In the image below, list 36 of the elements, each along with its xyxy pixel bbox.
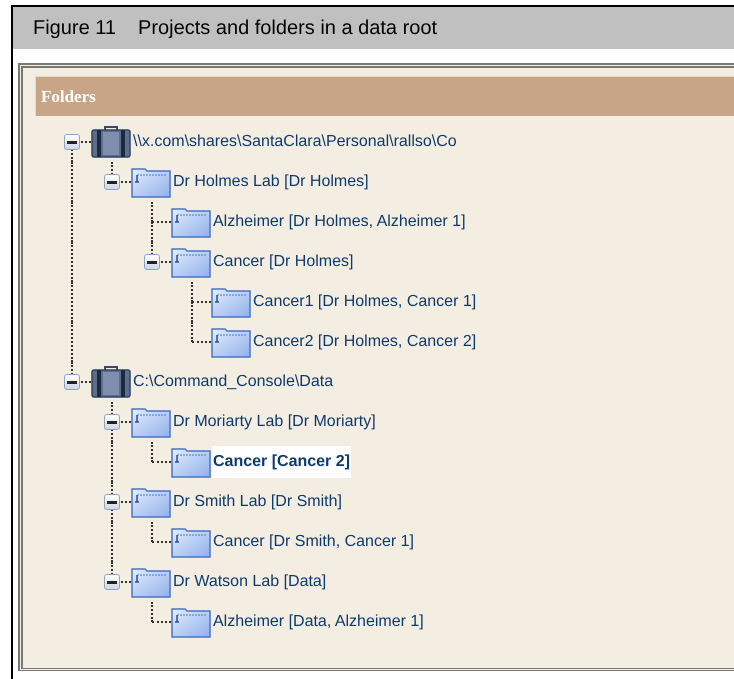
tree-item[interactable]: Dr Moriarty Lab [Dr Moriarty] <box>172 406 377 438</box>
tree-item[interactable]: Cancer2 [Dr Holmes, Cancer 2] <box>252 326 478 358</box>
folder-icon <box>211 326 251 358</box>
collapse-toggle[interactable] <box>104 414 120 430</box>
collapse-toggle[interactable] <box>104 494 120 510</box>
collapse-toggle[interactable] <box>104 574 120 590</box>
tree-item[interactable]: C:\Command_Console\Data <box>132 366 334 398</box>
tree-item[interactable]: Cancer1 [Dr Holmes, Cancer 1] <box>252 286 478 318</box>
folder-icon <box>211 286 251 318</box>
collapse-toggle[interactable] <box>64 134 80 150</box>
tree-item[interactable]: Dr Smith Lab [Dr Smith] <box>172 486 343 518</box>
folder-icon <box>131 486 171 518</box>
tree-item[interactable]: Alzheimer [Data, Alzheimer 1] <box>212 606 425 638</box>
folder-icon <box>131 406 171 438</box>
folder-icon <box>171 446 211 478</box>
folder-icon <box>131 566 171 598</box>
folder-icon <box>171 606 211 638</box>
collapse-toggle[interactable] <box>144 254 160 270</box>
tree-item[interactable]: Cancer [Dr Holmes] <box>212 246 354 278</box>
tree-item[interactable]: Cancer [Dr Smith, Cancer 1] <box>212 526 415 558</box>
figure-number: Figure 11 <box>33 16 116 41</box>
figure-title: Projects and folders in a data root <box>138 16 438 41</box>
folder-icon <box>171 206 211 238</box>
collapse-toggle[interactable] <box>104 174 120 190</box>
folder-icon <box>131 166 171 198</box>
briefcase-icon <box>91 366 131 398</box>
tree-item[interactable]: Dr Watson Lab [Data] <box>172 566 328 598</box>
panel-title: Folders <box>41 86 96 108</box>
tree-item[interactable]: Alzheimer [Dr Holmes, Alzheimer 1] <box>212 206 467 238</box>
tree-item[interactable]: \\x.com\shares\SantaClara\Personal\rallso\Co <box>132 126 458 158</box>
tree-item[interactable]: Dr Holmes Lab [Dr Holmes] <box>172 166 370 198</box>
collapse-toggle[interactable] <box>64 374 80 390</box>
folder-icon <box>171 246 211 278</box>
folder-icon <box>171 526 211 558</box>
briefcase-icon <box>91 126 131 158</box>
tree-item[interactable]: Cancer [Cancer 2] <box>212 446 351 478</box>
